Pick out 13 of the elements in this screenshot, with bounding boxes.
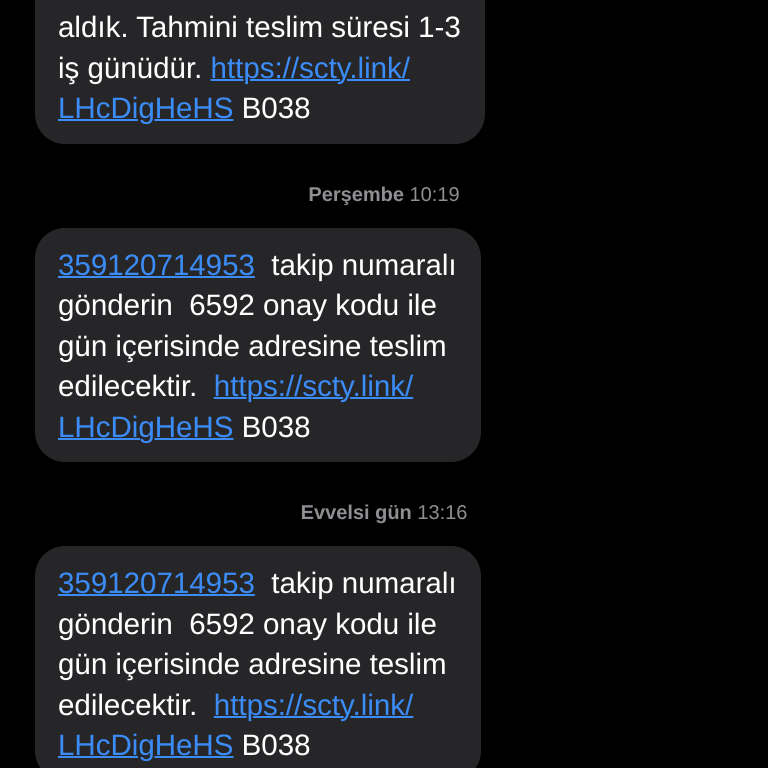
timestamp: Perşembe 10:19: [307, 182, 461, 208]
link[interactable]: LHcDigHeHS: [58, 92, 234, 125]
link[interactable]: https://scty.link/: [214, 688, 414, 722]
message-text: 359120714953 takip numaralı gönderin 6592 onay kodu ile gün içerisinde adresine teslim edilecektir. https://scty.link/ LHcDigHeHS B038: [58, 566, 457, 764]
link[interactable]: 359120714953: [58, 248, 255, 282]
timestamp: Evvelsi gün 13:16: [300, 501, 468, 526]
link[interactable]: LHcDigHeHS: [58, 729, 234, 762]
message-text: 359120714953 takip numaralı gönderin 6592 onay kodu ile gün içerisinde adresine teslim edilecektir. https://scty.link/ LHcDigHeHS B038: [58, 248, 457, 446]
message-text: aldık. Tahmini teslim süresi 1-3 iş günüdür. https://scty.link/ LHcDigHeHS B038: [58, 10, 461, 127]
link[interactable]: https://scty.link/: [214, 370, 414, 403]
link[interactable]: 359120714953: [58, 567, 255, 600]
link[interactable]: https://scty.link/: [210, 52, 410, 84]
link[interactable]: LHcDigHeHS: [58, 410, 234, 444]
